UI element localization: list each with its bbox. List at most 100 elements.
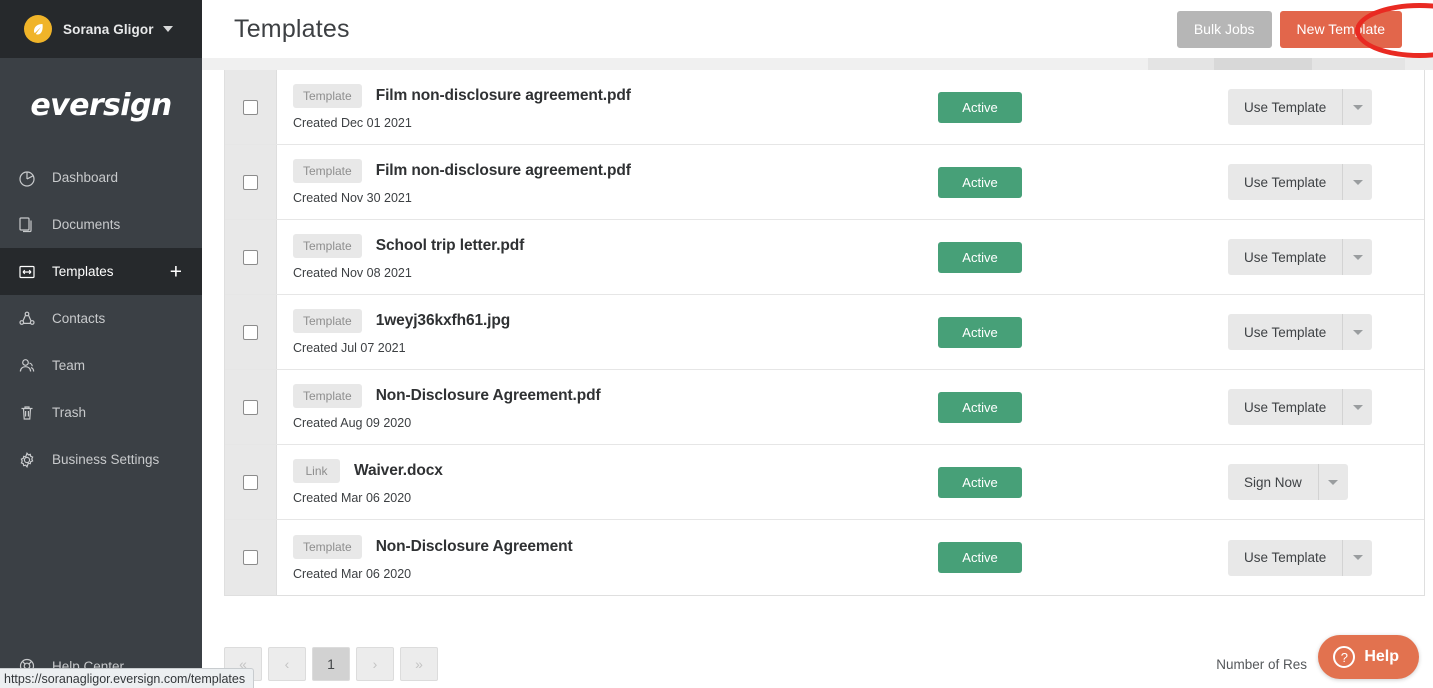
filter-seg-e[interactable] bbox=[1405, 58, 1433, 70]
pagination-page-1[interactable]: 1 bbox=[312, 647, 350, 681]
filter-toolbar-strip bbox=[202, 58, 1433, 70]
table-row[interactable]: Template 1weyj36kxfh61.jpg Created Jul 0… bbox=[225, 295, 1424, 370]
status-badge[interactable]: Active bbox=[938, 241, 1022, 273]
row-checkbox[interactable] bbox=[243, 474, 258, 490]
use-template-button[interactable]: Use Template bbox=[1228, 164, 1343, 200]
pagination-next-button[interactable]: › bbox=[356, 647, 394, 681]
pagination-prev-button[interactable]: ‹ bbox=[268, 647, 306, 681]
chevron-down-icon[interactable] bbox=[162, 26, 173, 32]
question-circle-icon: ? bbox=[1333, 646, 1356, 668]
row-name-cell: Template School trip letter.pdf Created … bbox=[277, 220, 938, 294]
status-badge[interactable]: Active bbox=[938, 466, 1022, 498]
row-action-dropdown-button[interactable] bbox=[1342, 389, 1373, 425]
status-badge[interactable]: Active bbox=[938, 391, 1022, 423]
row-created-date: Created Nov 08 2021 bbox=[293, 266, 412, 280]
row-action-split-button: Sign Now bbox=[1228, 464, 1348, 500]
row-checkbox[interactable] bbox=[243, 99, 258, 115]
row-select-cell[interactable] bbox=[225, 220, 277, 294]
status-badge[interactable]: Active bbox=[938, 316, 1022, 348]
sign-now-button[interactable]: Sign Now bbox=[1228, 464, 1318, 500]
pagination-last-button[interactable]: » bbox=[400, 647, 438, 681]
row-name-line: Template 1weyj36kxfh61.jpg bbox=[293, 309, 938, 333]
use-template-button[interactable]: Use Template bbox=[1228, 314, 1343, 350]
row-title[interactable]: Waiver.docx bbox=[354, 462, 443, 480]
page-title: Templates bbox=[234, 14, 350, 43]
row-name-cell: Link Waiver.docx Created Mar 06 2020 bbox=[277, 445, 938, 519]
row-select-cell[interactable] bbox=[225, 370, 277, 444]
row-select-cell[interactable] bbox=[225, 445, 277, 519]
row-title[interactable]: School trip letter.pdf bbox=[376, 237, 525, 255]
table-row[interactable]: Template Film non-disclosure agreement.p… bbox=[225, 145, 1424, 220]
filter-seg-b[interactable] bbox=[1148, 58, 1214, 70]
row-created-date: Created Mar 06 2020 bbox=[293, 566, 412, 581]
use-template-button[interactable]: Use Template bbox=[1228, 539, 1343, 576]
row-type-badge: Template bbox=[293, 234, 362, 258]
row-checkbox[interactable] bbox=[243, 399, 258, 415]
row-checkbox[interactable] bbox=[243, 174, 258, 190]
use-template-button[interactable]: Use Template bbox=[1228, 239, 1343, 275]
team-icon bbox=[14, 353, 40, 379]
row-action-dropdown-button[interactable] bbox=[1317, 464, 1348, 500]
status-badge[interactable]: Active bbox=[938, 542, 1022, 573]
row-action-dropdown-button[interactable] bbox=[1342, 164, 1373, 200]
use-template-button[interactable]: Use Template bbox=[1228, 89, 1343, 125]
chevron-down-icon bbox=[1328, 479, 1339, 485]
row-title[interactable]: 1weyj36kxfh61.jpg bbox=[376, 312, 511, 330]
row-status-cell: Active bbox=[938, 520, 1228, 595]
bulk-jobs-button[interactable]: Bulk Jobs bbox=[1176, 10, 1272, 48]
row-action-cell: Use Template bbox=[1228, 295, 1424, 369]
table-row[interactable]: Template Non-Disclosure Agreement Create… bbox=[225, 520, 1424, 595]
row-action-split-button: Use Template bbox=[1228, 314, 1373, 350]
row-action-dropdown-button[interactable] bbox=[1342, 314, 1373, 350]
help-widget-button[interactable]: ? Help bbox=[1318, 635, 1419, 679]
row-select-cell[interactable] bbox=[225, 520, 277, 595]
row-title[interactable]: Non-Disclosure Agreement bbox=[376, 538, 573, 556]
row-select-cell[interactable] bbox=[225, 295, 277, 369]
row-checkbox[interactable] bbox=[243, 249, 258, 265]
row-action-split-button: Use Template bbox=[1228, 389, 1373, 425]
row-action-dropdown-button[interactable] bbox=[1342, 239, 1373, 275]
row-type-badge: Template bbox=[293, 384, 362, 408]
row-title[interactable]: Non-Disclosure Agreement.pdf bbox=[376, 387, 601, 405]
sidebar-item-trash[interactable]: Trash bbox=[0, 389, 202, 436]
row-action-dropdown-button[interactable] bbox=[1342, 539, 1373, 576]
sidebar-item-templates[interactable]: Templates + bbox=[0, 248, 202, 295]
chevron-down-icon bbox=[1352, 254, 1363, 260]
table-row[interactable]: Template Non-Disclosure Agreement.pdf Cr… bbox=[225, 370, 1424, 445]
add-template-button[interactable]: + bbox=[170, 261, 182, 282]
sidebar-item-business-settings[interactable]: Business Settings bbox=[0, 436, 202, 483]
use-template-button[interactable]: Use Template bbox=[1228, 389, 1343, 425]
row-checkbox[interactable] bbox=[243, 324, 258, 340]
filter-seg-d[interactable] bbox=[1312, 58, 1405, 70]
row-select-cell[interactable] bbox=[225, 145, 277, 219]
filter-seg-c[interactable] bbox=[1214, 58, 1312, 70]
row-action-split-button: Use Template bbox=[1228, 164, 1373, 200]
sidebar-item-contacts[interactable]: Contacts bbox=[0, 295, 202, 342]
account-menu[interactable]: Sorana Gligor bbox=[0, 0, 202, 58]
row-name-cell: Template Film non-disclosure agreement.p… bbox=[277, 70, 938, 144]
row-name-cell: Template Non-Disclosure Agreement Create… bbox=[277, 520, 938, 595]
row-status-cell: Active bbox=[938, 70, 1228, 144]
new-template-button[interactable]: New Template bbox=[1279, 10, 1402, 48]
row-status-cell: Active bbox=[938, 220, 1228, 294]
sidebar-item-documents[interactable]: Documents bbox=[0, 201, 202, 248]
row-name-line: Link Waiver.docx bbox=[293, 459, 938, 483]
filter-seg-a[interactable] bbox=[202, 58, 1148, 70]
table-row[interactable]: Template Film non-disclosure agreement.p… bbox=[225, 70, 1424, 145]
row-title[interactable]: Film non-disclosure agreement.pdf bbox=[376, 162, 631, 180]
status-badge[interactable]: Active bbox=[938, 91, 1022, 123]
sidebar-item-dashboard[interactable]: Dashboard bbox=[0, 154, 202, 201]
table-row[interactable]: Template School trip letter.pdf Created … bbox=[225, 220, 1424, 295]
row-title[interactable]: Film non-disclosure agreement.pdf bbox=[376, 87, 631, 105]
status-badge[interactable]: Active bbox=[938, 166, 1022, 198]
row-action-dropdown-button[interactable] bbox=[1342, 89, 1373, 125]
row-action-cell: Use Template bbox=[1228, 370, 1424, 444]
row-select-cell[interactable] bbox=[225, 70, 277, 144]
brand-logo: eversign bbox=[0, 58, 202, 146]
row-checkbox[interactable] bbox=[243, 550, 258, 565]
row-action-cell: Use Template bbox=[1228, 220, 1424, 294]
table-row[interactable]: Link Waiver.docx Created Mar 06 2020 Act… bbox=[225, 445, 1424, 520]
sidebar-item-team[interactable]: Team bbox=[0, 342, 202, 389]
help-widget-label: Help bbox=[1364, 648, 1399, 665]
sidebar: Sorana Gligor eversign Dashboard Documen… bbox=[0, 0, 202, 688]
